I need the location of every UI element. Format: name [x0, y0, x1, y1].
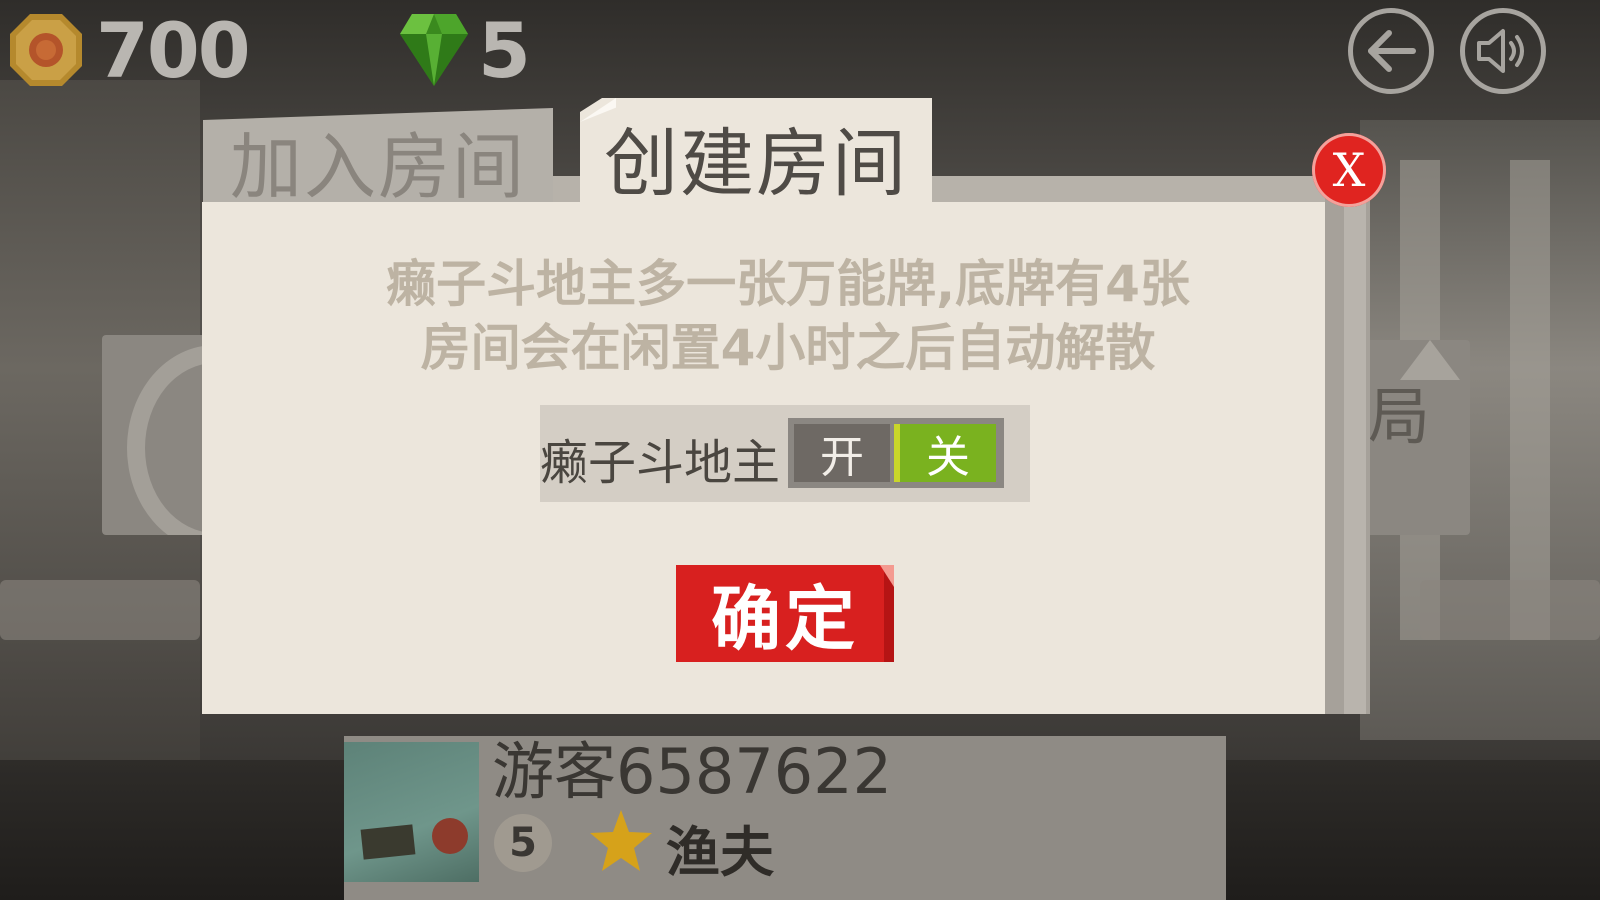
coin-count: 700	[96, 6, 251, 95]
coin-icon	[10, 14, 82, 86]
avatar[interactable]	[344, 742, 479, 882]
toggle-off-option[interactable]: 关	[894, 424, 996, 483]
rules-description: 癞子斗地主多一张万能牌,底牌有4张 房间会在闲置4小时之后自动解散	[202, 252, 1374, 380]
background-right-glyph: 局	[1368, 380, 1431, 453]
tab-create-room[interactable]: 创建房间	[580, 98, 932, 206]
close-button[interactable]: X	[1312, 133, 1386, 207]
sound-button[interactable]	[1460, 8, 1546, 94]
background-left-panel	[102, 335, 212, 535]
speaker-icon	[1477, 29, 1524, 73]
back-button[interactable]	[1348, 8, 1434, 94]
player-card[interactable]: 游客6587622 5 渔夫	[344, 736, 1226, 900]
tab-join-room[interactable]: 加入房间	[203, 108, 553, 204]
confirm-button[interactable]: 确定	[676, 565, 894, 662]
back-arrow-icon	[1368, 30, 1416, 72]
avatar-ball	[432, 818, 468, 854]
laizi-mode-label: 癞子斗地主	[540, 435, 781, 491]
rules-line-2: 房间会在闲置4小时之后自动解散	[420, 319, 1156, 377]
button-corner	[880, 565, 894, 587]
avatar-box	[360, 824, 416, 860]
rules-line-1: 癞子斗地主多一张万能牌,底牌有4张	[386, 255, 1190, 313]
player-level-badge: 5	[494, 814, 552, 872]
background-right-panel: 局	[1360, 340, 1470, 535]
player-rank-title: 渔夫	[666, 821, 774, 884]
player-name: 游客6587622	[492, 735, 893, 808]
background-table-right	[1420, 580, 1600, 640]
toggle-on-option[interactable]: 开	[794, 424, 890, 483]
ring-shape	[127, 345, 212, 535]
star-icon	[590, 810, 652, 871]
close-icon: X	[1332, 143, 1366, 197]
laizi-mode-row: 癞子斗地主 开 关	[540, 405, 1030, 502]
tab-create-room-label: 创建房间	[604, 120, 908, 207]
laizi-mode-toggle[interactable]: 开 关	[788, 418, 1004, 488]
background-table-left	[0, 580, 200, 640]
gem-count: 5	[478, 6, 531, 95]
confirm-button-label: 确定	[711, 578, 859, 660]
gem-icon	[400, 14, 468, 86]
